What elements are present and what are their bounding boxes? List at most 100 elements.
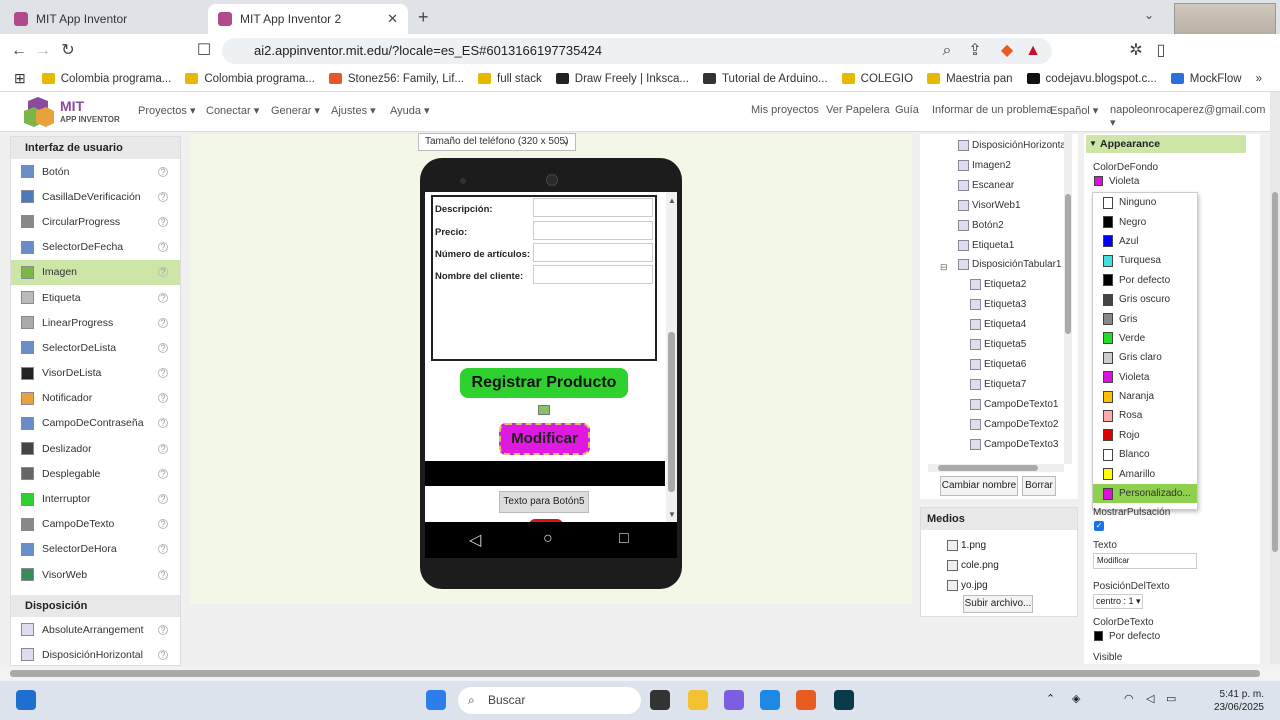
media-file[interactable]: cole.png xyxy=(947,560,999,571)
link-guide[interactable]: Guía xyxy=(895,104,919,116)
color-option[interactable]: Gris oscuro xyxy=(1093,290,1197,309)
tree-item[interactable]: Etiqueta2 xyxy=(970,279,1026,291)
help-icon[interactable]: ? xyxy=(158,317,168,328)
help-icon[interactable]: ? xyxy=(158,342,168,353)
color-option[interactable]: Rojo xyxy=(1093,426,1197,445)
tree-item[interactable]: Etiqueta6 xyxy=(970,358,1026,370)
menu-connect[interactable]: Conectar ▾ xyxy=(206,104,259,117)
tray-chevron-icon[interactable]: ⌃ xyxy=(1046,692,1055,705)
link-my-projects[interactable]: Mis proyectos xyxy=(751,104,819,116)
link-report-issue[interactable]: Informar de un problema xyxy=(932,104,1052,116)
bookmark-item[interactable]: full stack xyxy=(478,73,542,85)
palette-item[interactable]: Botón? xyxy=(11,159,180,184)
volume-icon[interactable]: ◁ xyxy=(1146,692,1154,705)
extensions-icon[interactable]: ✲ xyxy=(1125,40,1147,62)
palette-layout-item[interactable]: AbsoluteArrangement? xyxy=(11,617,180,642)
color-option[interactable]: Negro xyxy=(1093,212,1197,231)
label-price[interactable]: Precio: xyxy=(435,227,467,238)
terminal-icon[interactable] xyxy=(834,690,854,710)
help-icon[interactable]: ? xyxy=(158,494,168,505)
wifi-icon[interactable]: ◠ xyxy=(1124,692,1134,705)
palette-item[interactable]: CasillaDeVerificación? xyxy=(11,184,180,209)
color-option[interactable]: Turquesa xyxy=(1093,251,1197,270)
copilot-icon[interactable] xyxy=(724,690,744,710)
help-icon[interactable]: ? xyxy=(158,569,168,580)
tree-item[interactable]: CampoDeTexto1 xyxy=(970,398,1058,410)
palette-layout-item[interactable]: DisposiciónHorizontal? xyxy=(11,642,180,665)
bookmark-item[interactable]: COLEGIO xyxy=(841,73,913,85)
close-tab-icon[interactable]: ✕ xyxy=(387,11,398,27)
bgcolor-value[interactable]: Violeta xyxy=(1094,176,1139,187)
taskbar-search[interactable]: ⌕ Buscar xyxy=(458,687,641,714)
clock[interactable]: 5:41 p. m. 23/06/2025 xyxy=(1192,688,1264,714)
palette-item[interactable]: Desplegable? xyxy=(11,461,180,486)
bookmark-item[interactable]: MockFlow xyxy=(1170,73,1242,85)
bookmark-item[interactable]: Draw Freely | Inksca... xyxy=(555,73,689,85)
tray-app-icon[interactable]: ◈ xyxy=(1072,692,1080,705)
help-icon[interactable]: ? xyxy=(158,292,168,303)
palette-item[interactable]: CampoDeContraseña? xyxy=(11,411,180,436)
color-option[interactable]: Rosa xyxy=(1093,406,1197,425)
appearance-section[interactable]: ▼ Appearance xyxy=(1086,135,1246,153)
bookmark-item[interactable]: Tutorial de Arduino... xyxy=(702,73,828,85)
brave-shield-icon[interactable]: ◆ xyxy=(996,40,1018,62)
brave-rewards-icon[interactable]: ▲ xyxy=(1022,40,1044,62)
color-option[interactable]: Por defecto xyxy=(1093,271,1197,290)
bookmark-item[interactable]: Colombia programa... xyxy=(41,73,171,85)
new-tab-icon[interactable]: + xyxy=(418,7,429,28)
palette-item[interactable]: CampoDeTexto? xyxy=(11,512,180,537)
bookmark-item[interactable]: Colombia programa... xyxy=(185,73,315,85)
upload-file-button[interactable]: Subir archivo... xyxy=(963,595,1033,613)
palette-item[interactable]: SelectorDeHora? xyxy=(11,537,180,562)
color-option[interactable]: Azul xyxy=(1093,232,1197,251)
help-icon[interactable]: ? xyxy=(158,166,168,177)
image-placeholder-icon[interactable] xyxy=(538,405,550,415)
media-file[interactable]: 1.png xyxy=(947,540,986,551)
apps-grid-icon[interactable]: ⊞ xyxy=(14,70,26,87)
page-vscroll[interactable] xyxy=(1270,92,1280,664)
color-option[interactable]: Blanco xyxy=(1093,445,1197,464)
palette-item[interactable]: VisorWeb? xyxy=(11,562,180,587)
bookmark-item[interactable]: Maestria pan xyxy=(927,73,1013,85)
color-option[interactable]: Amarillo xyxy=(1093,464,1197,483)
tree-item[interactable]: Etiqueta5 xyxy=(970,339,1026,350)
delete-button[interactable]: Borrar xyxy=(1022,476,1056,496)
brave-browser-icon[interactable] xyxy=(796,690,816,710)
help-icon[interactable]: ? xyxy=(158,443,168,454)
color-option[interactable]: Verde xyxy=(1093,329,1197,348)
help-icon[interactable]: ? xyxy=(158,242,168,253)
browser-tab-active[interactable]: MIT App Inventor 2 ✕ xyxy=(208,4,408,34)
help-icon[interactable]: ? xyxy=(158,649,168,660)
tree-item[interactable]: Etiqueta7 xyxy=(970,378,1026,390)
tree-item[interactable]: Botón2 xyxy=(958,219,1004,231)
url-field[interactable]: ai2.appinventor.mit.edu/?locale=es_ES#60… xyxy=(222,38,1052,64)
rename-button[interactable]: Cambiar nombre xyxy=(940,476,1018,496)
help-icon[interactable]: ? xyxy=(158,368,168,379)
palette-item[interactable]: SelectorDeFecha? xyxy=(11,235,180,260)
collapse-icon[interactable]: ⊟ xyxy=(940,262,948,273)
menu-build[interactable]: Generar ▾ xyxy=(271,104,320,117)
help-icon[interactable]: ? xyxy=(158,267,168,278)
text-position-select[interactable]: centro : 1 ▾ xyxy=(1093,594,1143,609)
help-icon[interactable]: ? xyxy=(158,393,168,404)
media-file[interactable]: yo.jpg xyxy=(947,580,988,591)
table-arrangement[interactable]: Descripción: Precio: Número de artículos… xyxy=(431,195,657,361)
textbox-description[interactable] xyxy=(533,198,653,217)
button5[interactable]: Texto para Botón5 xyxy=(499,491,589,513)
color-option[interactable]: Gris xyxy=(1093,309,1197,328)
help-icon[interactable]: ? xyxy=(158,624,168,635)
help-icon[interactable]: ? xyxy=(158,519,168,530)
label-quantity[interactable]: Número de artículos: xyxy=(435,249,530,260)
menu-help[interactable]: Ayuda ▾ xyxy=(390,104,430,117)
color-option[interactable]: Naranja xyxy=(1093,387,1197,406)
show-feedback-checkbox[interactable]: ✓ xyxy=(1094,521,1104,531)
color-option[interactable]: Personalizado... xyxy=(1093,483,1197,504)
palette-item[interactable]: Imagen? xyxy=(11,259,180,285)
tree-item[interactable]: CampoDeTexto3 xyxy=(970,438,1058,450)
color-dropdown[interactable]: Ninguno Negro Azul Turquesa Por defecto Gris … xyxy=(1092,192,1198,510)
tree-item[interactable]: CampoDeTexto2 xyxy=(970,418,1058,430)
widgets-icon[interactable] xyxy=(16,690,36,710)
label-customer[interactable]: Nombre del cliente: xyxy=(435,271,523,282)
modify-button[interactable]: Modificar xyxy=(499,423,590,455)
palette-section-ui[interactable]: Interfaz de usuario xyxy=(11,137,180,159)
